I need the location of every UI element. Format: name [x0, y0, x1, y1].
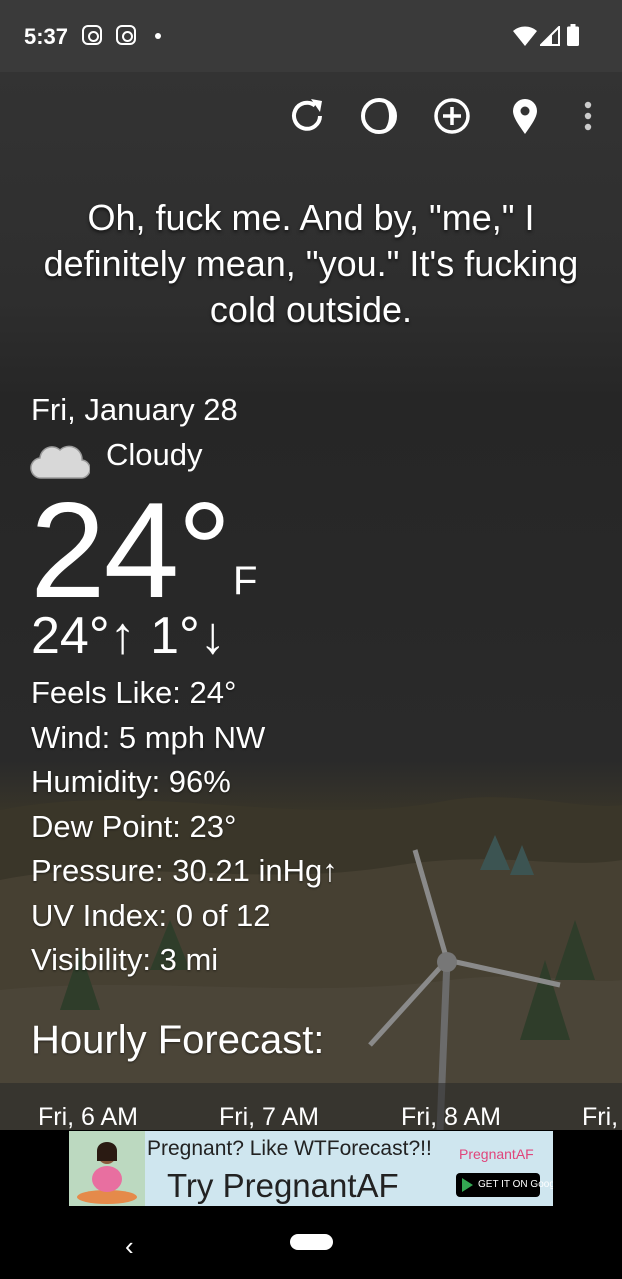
wind: Wind: 5 mph NW: [31, 720, 266, 755]
instagram-icon: [116, 25, 136, 45]
back-icon[interactable]: ‹: [125, 1231, 134, 1262]
wifi-icon: [513, 26, 537, 46]
pressure: Pressure: 30.21 inHg↑: [31, 853, 338, 888]
theme-icon[interactable]: [359, 96, 399, 136]
feels-like: Feels Like: 24°: [31, 675, 237, 710]
hourly-item[interactable]: Fri, 7 AM: [219, 1103, 319, 1130]
uv-index: UV Index: 0 of 12: [31, 898, 271, 933]
refresh-icon[interactable]: [287, 96, 327, 136]
dew-point: Dew Point: 23°: [31, 809, 237, 844]
home-pill[interactable]: [290, 1234, 333, 1250]
ad-brand: PregnantAF: [459, 1146, 534, 1162]
ad-banner[interactable]: Pregnant? Like WTForecast?!! PregnantAF …: [69, 1131, 553, 1206]
instagram-icon: [82, 25, 102, 45]
add-location-icon[interactable]: [432, 96, 472, 136]
temperature-unit: F: [233, 559, 258, 603]
status-bar: 5:37: [0, 0, 622, 72]
forecast-date: Fri, January 28: [31, 392, 238, 427]
status-time: 5:37: [24, 24, 69, 49]
ad-headline: Try PregnantAF: [167, 1167, 399, 1204]
ad-tagline: Pregnant? Like WTForecast?!!: [147, 1137, 432, 1160]
more-options-icon[interactable]: [568, 96, 608, 136]
hourly-forecast-title: Hourly Forecast:: [31, 1018, 325, 1062]
system-nav-bar: ‹: [0, 1206, 622, 1279]
google-play-icon: [462, 1178, 473, 1192]
weather-screen: 5:37 Oh, fuck me. And by, "me," I defini…: [0, 0, 622, 1130]
google-play-badge[interactable]: GET IT ON Google Play: [456, 1173, 553, 1197]
high-low-temperature: 24°↑ 1°↓: [31, 607, 226, 665]
snarky-headline: Oh, fuck me. And by, "me," I definitely …: [43, 197, 579, 330]
signal-icon: [540, 26, 560, 46]
condition-label: Cloudy: [106, 437, 203, 472]
location-pin-icon[interactable]: [505, 96, 545, 136]
hourly-item[interactable]: Fri, 6 AM: [38, 1103, 138, 1130]
visibility: Visibility: 3 mi: [31, 942, 219, 977]
hourly-forecast-list[interactable]: Fri, 6 AM Fri, 7 AM Fri, 8 AM Fri,: [0, 1083, 622, 1130]
notification-dot-icon: [155, 33, 161, 39]
battery-icon: [567, 24, 579, 46]
hourly-item[interactable]: Fri, 8 AM: [401, 1103, 501, 1130]
current-temperature: 24°: [30, 474, 232, 626]
humidity: Humidity: 96%: [31, 764, 231, 799]
hourly-item[interactable]: Fri,: [582, 1103, 618, 1130]
ad-illustration: [69, 1131, 145, 1206]
